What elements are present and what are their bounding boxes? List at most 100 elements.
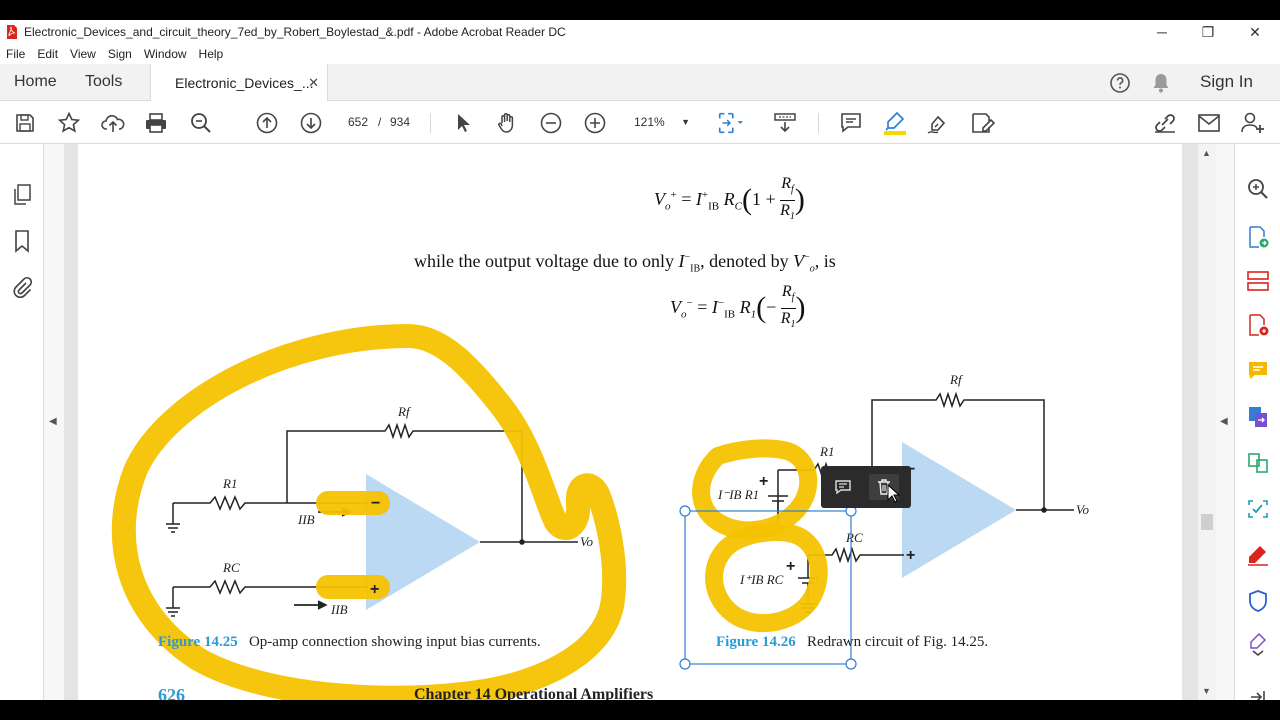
page-separator: / xyxy=(378,115,382,129)
collapse-left-pane-handle[interactable]: ◀ xyxy=(44,144,64,700)
restore-button[interactable]: ❐ xyxy=(1185,20,1231,44)
menu-sign[interactable]: Sign xyxy=(102,47,138,61)
zoom-tool-icon[interactable] xyxy=(1245,176,1271,202)
fig25-rc-label: RC xyxy=(222,560,240,575)
fig26-src2-label: I⁺IB RC xyxy=(739,572,784,587)
export-pdf-icon[interactable] xyxy=(1245,224,1271,250)
bookmark-star-icon[interactable] xyxy=(55,109,83,137)
tab-tools[interactable]: Tools xyxy=(85,64,122,100)
attachments-paperclip-icon[interactable] xyxy=(9,274,35,300)
add-user-icon[interactable] xyxy=(1239,109,1267,137)
page-total: 934 xyxy=(390,115,411,129)
zoom-level-value: 121% xyxy=(634,115,665,129)
scrolling-mode-icon[interactable] xyxy=(771,109,799,137)
combine-files-icon[interactable] xyxy=(1245,404,1271,430)
fig25-r1-label: R1 xyxy=(222,476,237,491)
more-tools-chevron-icon[interactable] xyxy=(1245,632,1271,658)
email-icon[interactable] xyxy=(1195,109,1223,137)
minimize-button[interactable]: ─ xyxy=(1139,20,1185,44)
annotation-popup-toolbar xyxy=(821,466,911,508)
edit-pdf-icon[interactable] xyxy=(1245,450,1271,476)
circuit-figures: Rf R1 RC IIB IIB Vo Rf R1 RC Vo I⁻IB R1 … xyxy=(111,324,1090,700)
menu-window[interactable]: Window xyxy=(138,47,193,61)
fill-and-sign-icon[interactable] xyxy=(1245,542,1271,568)
collapse-tools-pane-icon[interactable] xyxy=(1245,684,1271,700)
fig25-plus-sign: + xyxy=(370,581,379,598)
fig26-src1-label: I⁻IB R1 xyxy=(717,487,759,502)
fig25-vo-label: Vo xyxy=(580,534,594,549)
help-icon[interactable] xyxy=(1107,70,1133,96)
fig26-plus-sign: + xyxy=(906,547,915,564)
fig25-iib-plus-label: IIB xyxy=(330,602,348,617)
select-cursor-icon[interactable] xyxy=(449,109,477,137)
figure-14-26-caption: Figure 14.26 Redrawn circuit of Fig. 14.… xyxy=(716,634,988,651)
menu-file[interactable]: File xyxy=(0,47,31,61)
protect-shield-icon[interactable] xyxy=(1245,588,1271,614)
sign-in-link[interactable]: Sign In xyxy=(1200,72,1253,92)
notifications-bell-icon[interactable] xyxy=(1148,70,1174,96)
zoom-in-icon[interactable] xyxy=(581,109,609,137)
scroll-down-arrow-icon[interactable]: ▼ xyxy=(1202,686,1211,696)
organize-pages-icon[interactable] xyxy=(1245,268,1271,294)
page-number-input[interactable]: 652 xyxy=(341,111,375,133)
scroll-up-arrow-icon[interactable]: ▲ xyxy=(1202,148,1211,158)
vertical-scrollbar[interactable]: ▲ ▼ xyxy=(1198,144,1216,700)
add-comment-icon[interactable] xyxy=(828,474,858,500)
menu-help[interactable]: Help xyxy=(193,47,230,61)
print-icon[interactable] xyxy=(142,109,170,137)
zoom-search-icon[interactable] xyxy=(187,109,215,137)
draw-pen-icon[interactable] xyxy=(925,109,953,137)
comment-icon[interactable] xyxy=(837,109,865,137)
scan-ocr-icon[interactable] xyxy=(1245,496,1271,522)
fill-sign-icon[interactable] xyxy=(969,109,997,137)
page-number-text: 626 xyxy=(158,685,185,700)
close-tab-icon[interactable]: ✕ xyxy=(308,75,319,91)
document-viewport[interactable]: Vo+ = I+IB RC(1 + Rf R1) while the output… xyxy=(64,144,1200,700)
fig26-src2-plus: + xyxy=(786,558,795,575)
fig25-iib-minus-label: IIB xyxy=(297,512,315,527)
acrobat-pdf-icon xyxy=(4,24,20,40)
window-title: Electronic_Devices_and_circuit_theory_7e… xyxy=(24,25,566,39)
right-tools-pane xyxy=(1234,144,1280,700)
fit-page-icon[interactable] xyxy=(716,109,744,137)
menu-edit[interactable]: Edit xyxy=(31,47,64,61)
pdf-page: Vo+ = I+IB RC(1 + Rf R1) while the output… xyxy=(78,144,1182,700)
scrollbar-thumb[interactable] xyxy=(1201,514,1213,530)
acrobat-window: Electronic_Devices_and_circuit_theory_7e… xyxy=(0,20,1280,700)
previous-page-icon[interactable] xyxy=(253,109,281,137)
fig25-minus-sign: − xyxy=(371,495,380,512)
create-pdf-icon[interactable] xyxy=(1245,312,1271,338)
hand-tool-icon[interactable] xyxy=(493,109,521,137)
bookmarks-icon[interactable] xyxy=(9,228,35,254)
fig26-r1-label: R1 xyxy=(819,444,834,459)
close-window-button[interactable]: ✕ xyxy=(1232,20,1278,44)
tab-document[interactable]: Electronic_Devices_... ✕ xyxy=(150,64,328,101)
footer-chapter: Chapter 14 Operational Amplifiers xyxy=(414,686,654,700)
upload-cloud-icon[interactable] xyxy=(99,109,127,137)
tab-bar: Home Tools Electronic_Devices_... ✕ Sign… xyxy=(0,64,1280,101)
menu-bar: File Edit View Sign Window Help xyxy=(0,44,229,64)
fig26-vo-label: Vo xyxy=(1076,502,1090,517)
fig26-rf-label: Rf xyxy=(949,372,964,387)
menu-view[interactable]: View xyxy=(64,47,102,61)
chevron-left-icon: ◀ xyxy=(1220,416,1228,427)
share-link-icon[interactable] xyxy=(1151,109,1179,137)
chevron-left-icon: ◀ xyxy=(49,416,57,427)
highlighter-icon[interactable] xyxy=(881,109,909,137)
figure-14-25-caption-text: Op-amp connection showing input bias cur… xyxy=(248,634,541,650)
fig25-rf-label: Rf xyxy=(397,404,412,419)
tab-document-label: Electronic_Devices_... xyxy=(175,74,314,91)
toolbar-divider xyxy=(430,113,431,133)
title-bar: Electronic_Devices_and_circuit_theory_7e… xyxy=(0,20,1280,44)
left-navigation-pane xyxy=(0,144,44,700)
zoom-level-select[interactable]: 121% ▼ xyxy=(620,111,698,133)
page-thumbnails-icon[interactable] xyxy=(9,182,35,208)
tab-home[interactable]: Home xyxy=(14,64,57,100)
figure-14-25-caption: Figure 14.25 Op-amp connection showing i… xyxy=(158,634,541,651)
fig26-src1-plus: + xyxy=(759,473,768,490)
save-icon[interactable] xyxy=(11,109,39,137)
comment-tool-icon[interactable] xyxy=(1245,358,1271,384)
zoom-out-icon[interactable] xyxy=(537,109,565,137)
next-page-icon[interactable] xyxy=(297,109,325,137)
collapse-right-pane-handle[interactable]: ◀ xyxy=(1216,144,1234,700)
